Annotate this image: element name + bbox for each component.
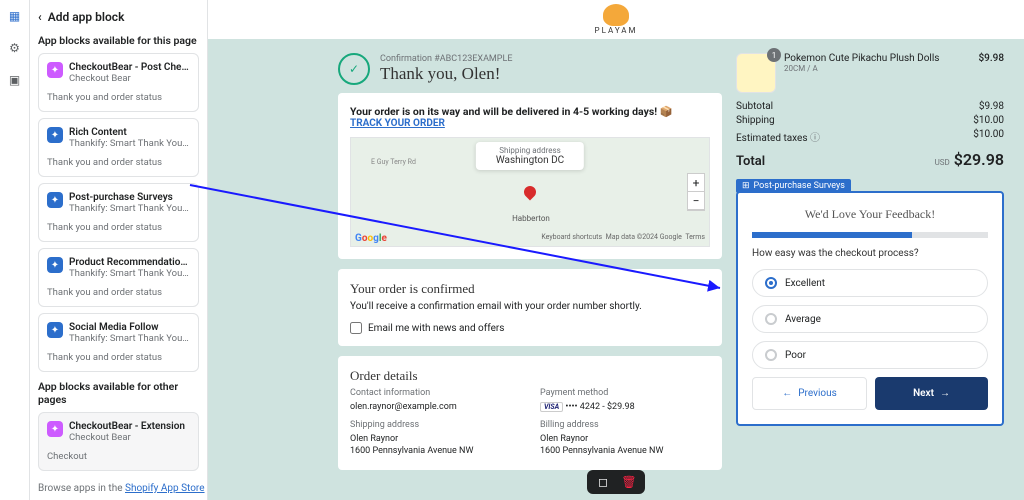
google-logo: Google bbox=[355, 233, 387, 244]
visa-icon: VISA bbox=[540, 402, 563, 412]
radio-icon bbox=[765, 349, 777, 361]
confirmed-message: You'll receive a confirmation email with… bbox=[350, 301, 710, 312]
help-icon[interactable]: ⓘ bbox=[810, 133, 820, 144]
settings-icon[interactable]: ⚙ bbox=[7, 40, 23, 56]
previous-button[interactable]: ←Previous bbox=[752, 377, 867, 410]
address-popover: Shipping address Washington DC bbox=[476, 142, 584, 170]
map[interactable]: E Guy Terry Rd Habberton Shipping addres… bbox=[350, 137, 710, 247]
block-icon: ✦ bbox=[47, 192, 63, 208]
block-rich-content[interactable]: ✦ Rich Content Thankify: Smart Thank You… bbox=[38, 118, 199, 177]
block-icon: ✦ bbox=[47, 127, 63, 143]
confirmation-number: Confirmation #ABC123EXAMPLE bbox=[380, 54, 512, 64]
survey-tag[interactable]: ⊞ Post-purchase Surveys bbox=[736, 179, 851, 193]
contact-email: olen.raynor@example.com bbox=[350, 402, 520, 412]
shipping-message: Your order is on its way and will be del… bbox=[350, 105, 710, 118]
thankyou-header: ✓ Confirmation #ABC123EXAMPLE Thank you,… bbox=[338, 53, 722, 85]
block-icon: ✦ bbox=[47, 421, 63, 437]
tracking-card: Your order is on its way and will be del… bbox=[338, 93, 722, 259]
block-footer: Thank you and order status bbox=[47, 92, 190, 103]
product-price: $9.98 bbox=[978, 53, 1004, 64]
map-pin-icon bbox=[522, 184, 539, 201]
floating-toolbar: ◻ 🗑 bbox=[587, 470, 645, 494]
product-title: Pokemon Cute Pikachu Plush Dolls bbox=[784, 53, 970, 64]
arrow-right-icon: → bbox=[940, 388, 950, 399]
puzzle-icon: ⊞ bbox=[742, 181, 750, 191]
block-icon: ✦ bbox=[47, 322, 63, 338]
preview-area: PLAYAM ✓ Confirmation #ABC123EXAMPLE Tha… bbox=[208, 0, 1024, 500]
shopify-app-store-link[interactable]: Shopify App Store bbox=[125, 483, 205, 494]
option-excellent[interactable]: Excellent bbox=[752, 269, 988, 297]
product-variant: 20CM / A bbox=[784, 64, 970, 73]
block-subtitle: Checkout Bear bbox=[69, 73, 190, 84]
icon-rail: ▦ ⚙ ▣ bbox=[0, 0, 30, 500]
option-average[interactable]: Average bbox=[752, 305, 988, 333]
zoom-in-button[interactable]: + bbox=[688, 174, 704, 192]
survey-progress bbox=[752, 232, 988, 238]
track-order-link[interactable]: TRACK YOUR ORDER bbox=[350, 118, 445, 129]
sidebar-header[interactable]: ‹ Add app block bbox=[38, 10, 199, 24]
order-details-card: Order details Contact information olen.r… bbox=[338, 356, 722, 470]
option-poor[interactable]: Poor bbox=[752, 341, 988, 369]
block-checkoutbear-post[interactable]: ✦ CheckoutBear - Post Checkout Checkout … bbox=[38, 53, 199, 112]
confirmed-card: Your order is confirmed You'll receive a… bbox=[338, 269, 722, 346]
section-this-page: App blocks available for this page bbox=[38, 34, 199, 47]
thankyou-text: Thank you, Olen! bbox=[380, 64, 512, 84]
radio-icon bbox=[765, 277, 777, 289]
radio-icon bbox=[765, 313, 777, 325]
total-row: Total USD$29.98 bbox=[736, 150, 1004, 169]
block-checkoutbear-extension[interactable]: ✦ CheckoutBear - Extension Checkout Bear… bbox=[38, 412, 199, 471]
survey-widget: We'd Love Your Feedback! How easy was th… bbox=[736, 191, 1004, 426]
browse-apps: Browse apps in the Shopify App Store bbox=[38, 483, 205, 494]
store-logo: PLAYAM bbox=[595, 4, 638, 35]
news-optin[interactable]: Email me with news and offers bbox=[350, 322, 710, 334]
product-thumb: 1 bbox=[736, 53, 776, 93]
block-product-recommendations[interactable]: ✦ Product Recommendations Thankify: Smar… bbox=[38, 248, 199, 307]
chevron-left-icon: ‹ bbox=[38, 10, 42, 24]
zoom-out-button[interactable]: − bbox=[688, 192, 704, 210]
next-button[interactable]: Next→ bbox=[875, 377, 988, 410]
delete-icon[interactable]: 🗑 bbox=[621, 474, 637, 490]
survey-title: We'd Love Your Feedback! bbox=[752, 207, 988, 222]
block-icon: ✦ bbox=[47, 257, 63, 273]
block-social-media-follow[interactable]: ✦ Social Media Follow Thankify: Smart Th… bbox=[38, 313, 199, 372]
sections-icon[interactable]: ▦ bbox=[7, 8, 23, 24]
news-checkbox[interactable] bbox=[350, 322, 362, 334]
qty-badge: 1 bbox=[767, 48, 781, 62]
confirmed-title: Your order is confirmed bbox=[350, 281, 710, 297]
arrow-left-icon: ← bbox=[782, 388, 792, 399]
apps-icon[interactable]: ▣ bbox=[7, 72, 23, 88]
sidebar-title: Add app block bbox=[48, 10, 125, 24]
sidebar: ‹ Add app block App blocks available for… bbox=[30, 0, 208, 500]
section-other-pages: App blocks available for other pages bbox=[38, 380, 199, 406]
map-zoom: + − bbox=[687, 173, 705, 211]
cart-line-item: 1 Pokemon Cute Pikachu Plush Dolls 20CM … bbox=[736, 53, 1004, 93]
block-post-purchase-surveys[interactable]: ✦ Post-purchase Surveys Thankify: Smart … bbox=[38, 183, 199, 242]
block-icon: ✦ bbox=[47, 62, 63, 78]
hide-icon[interactable]: ◻ bbox=[595, 474, 611, 490]
order-details-title: Order details bbox=[350, 368, 710, 384]
logo-bar: PLAYAM bbox=[208, 0, 1024, 39]
block-title: CheckoutBear - Post Checkout bbox=[69, 62, 190, 73]
survey-question: How easy was the checkout process? bbox=[752, 248, 988, 259]
check-icon: ✓ bbox=[338, 53, 370, 85]
